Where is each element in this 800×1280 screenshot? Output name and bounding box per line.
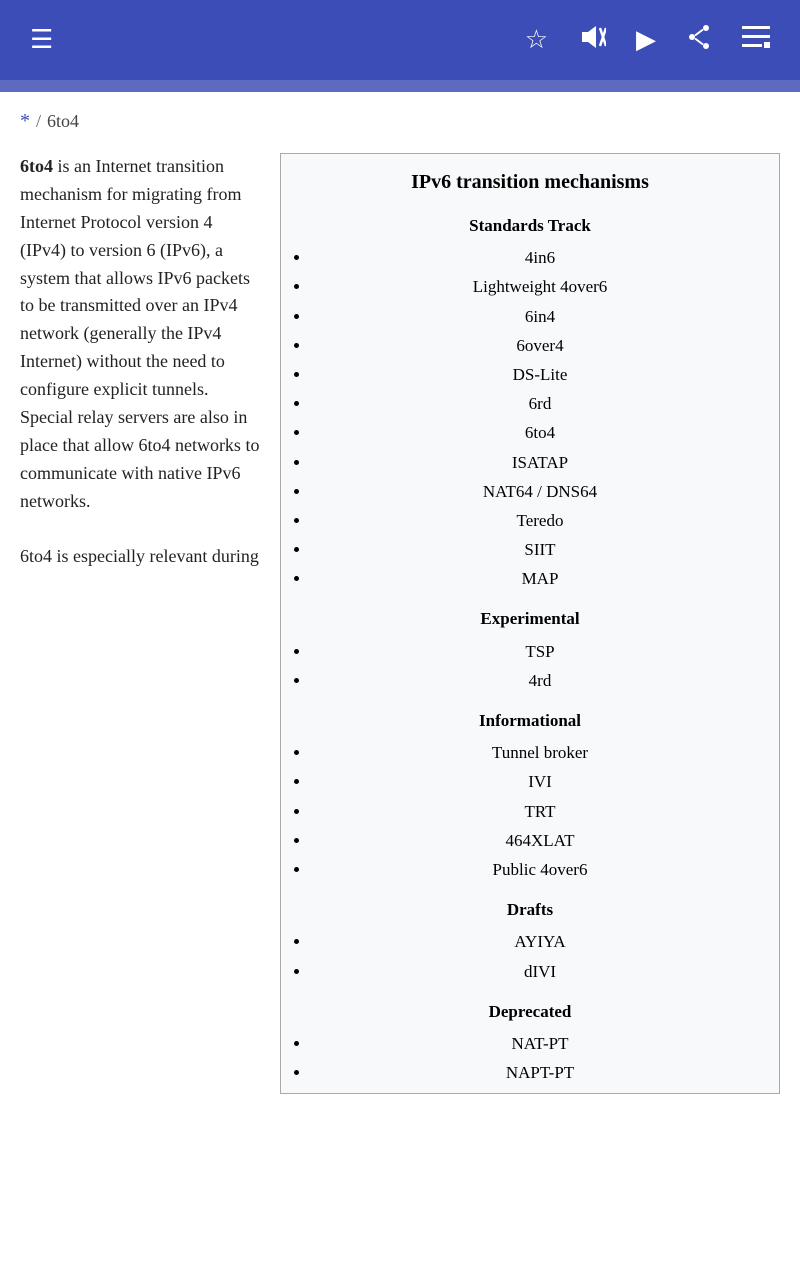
list-item[interactable]: NAPT-PT xyxy=(311,1058,769,1087)
infobox-section-header: Deprecated xyxy=(281,992,779,1027)
overflow-menu-icon[interactable] xyxy=(732,15,780,65)
list-item[interactable]: Tunnel broker xyxy=(311,738,769,767)
hamburger-icon[interactable]: ☰ xyxy=(20,15,63,65)
list-item[interactable]: 4in6 xyxy=(311,243,769,272)
list-item[interactable]: TSP xyxy=(311,637,769,666)
share-icon[interactable] xyxy=(676,14,722,67)
list-item[interactable]: 6in4 xyxy=(311,302,769,331)
infobox-title: IPv6 transition mechanisms xyxy=(281,154,779,206)
list-item[interactable]: NAT64 / DNS64 xyxy=(311,477,769,506)
breadcrumb: * / 6to4 xyxy=(0,92,800,143)
infobox-section-header: Drafts xyxy=(281,890,779,925)
infobox: IPv6 transition mechanisms Standards Tra… xyxy=(280,153,780,1094)
article-text: 6to4 is an Internet transition mechanism… xyxy=(20,153,260,571)
list-item[interactable]: Lightweight 4over6 xyxy=(311,272,769,301)
star-icon[interactable]: ☆ xyxy=(515,15,558,65)
list-item[interactable]: 6to4 xyxy=(311,418,769,447)
infobox-section-list: TSP4rd xyxy=(281,635,779,701)
breadcrumb-star[interactable]: * xyxy=(20,110,30,133)
list-item[interactable]: ISATAP xyxy=(311,448,769,477)
list-item[interactable]: 6over4 xyxy=(311,331,769,360)
infobox-section-header: Informational xyxy=(281,701,779,736)
navbar-right-icons: ☆ ▶ xyxy=(515,14,780,67)
list-item[interactable]: DS-Lite xyxy=(311,360,769,389)
list-item[interactable]: 6rd xyxy=(311,389,769,418)
list-item[interactable]: dIVI xyxy=(311,957,769,986)
article-bold-term: 6to4 xyxy=(20,156,53,176)
list-item[interactable]: NAT-PT xyxy=(311,1029,769,1058)
list-item[interactable]: Public 4over6 xyxy=(311,855,769,884)
breadcrumb-separator: / xyxy=(36,111,41,132)
list-item[interactable]: SIIT xyxy=(311,535,769,564)
play-icon[interactable]: ▶ xyxy=(626,15,666,65)
mute-icon[interactable] xyxy=(568,14,616,66)
navbar: ☰ ☆ ▶ xyxy=(0,0,800,80)
main-content: 6to4 is an Internet transition mechanism… xyxy=(0,143,800,1114)
list-item[interactable]: AYIYA xyxy=(311,927,769,956)
infobox-section-header: Standards Track xyxy=(281,206,779,241)
infobox-section-list: NAT-PTNAPT-PT xyxy=(281,1027,779,1093)
list-item[interactable]: TRT xyxy=(311,797,769,826)
infobox-section-list: AYIYAdIVI xyxy=(281,925,779,991)
list-item[interactable]: IVI xyxy=(311,767,769,796)
infobox-sections: Standards Track4in6Lightweight 4over66in… xyxy=(281,206,779,1093)
article-paragraph-2: 6to4 is especially relevant during xyxy=(20,543,260,571)
list-item[interactable]: Teredo xyxy=(311,506,769,535)
subbar xyxy=(0,80,800,92)
list-item[interactable]: 4rd xyxy=(311,666,769,695)
article-paragraph-1-text: is an Internet transition mechanism for … xyxy=(20,156,259,511)
breadcrumb-current-page[interactable]: 6to4 xyxy=(47,111,79,132)
list-item[interactable]: MAP xyxy=(311,564,769,593)
infobox-section-header: Experimental xyxy=(281,599,779,634)
list-item[interactable]: 464XLAT xyxy=(311,826,769,855)
article-paragraph-1: 6to4 is an Internet transition mechanism… xyxy=(20,153,260,516)
infobox-section-list: 4in6Lightweight 4over66in46over4DS-Lite6… xyxy=(281,241,779,599)
infobox-section-list: Tunnel brokerIVITRT464XLATPublic 4over6 xyxy=(281,736,779,890)
